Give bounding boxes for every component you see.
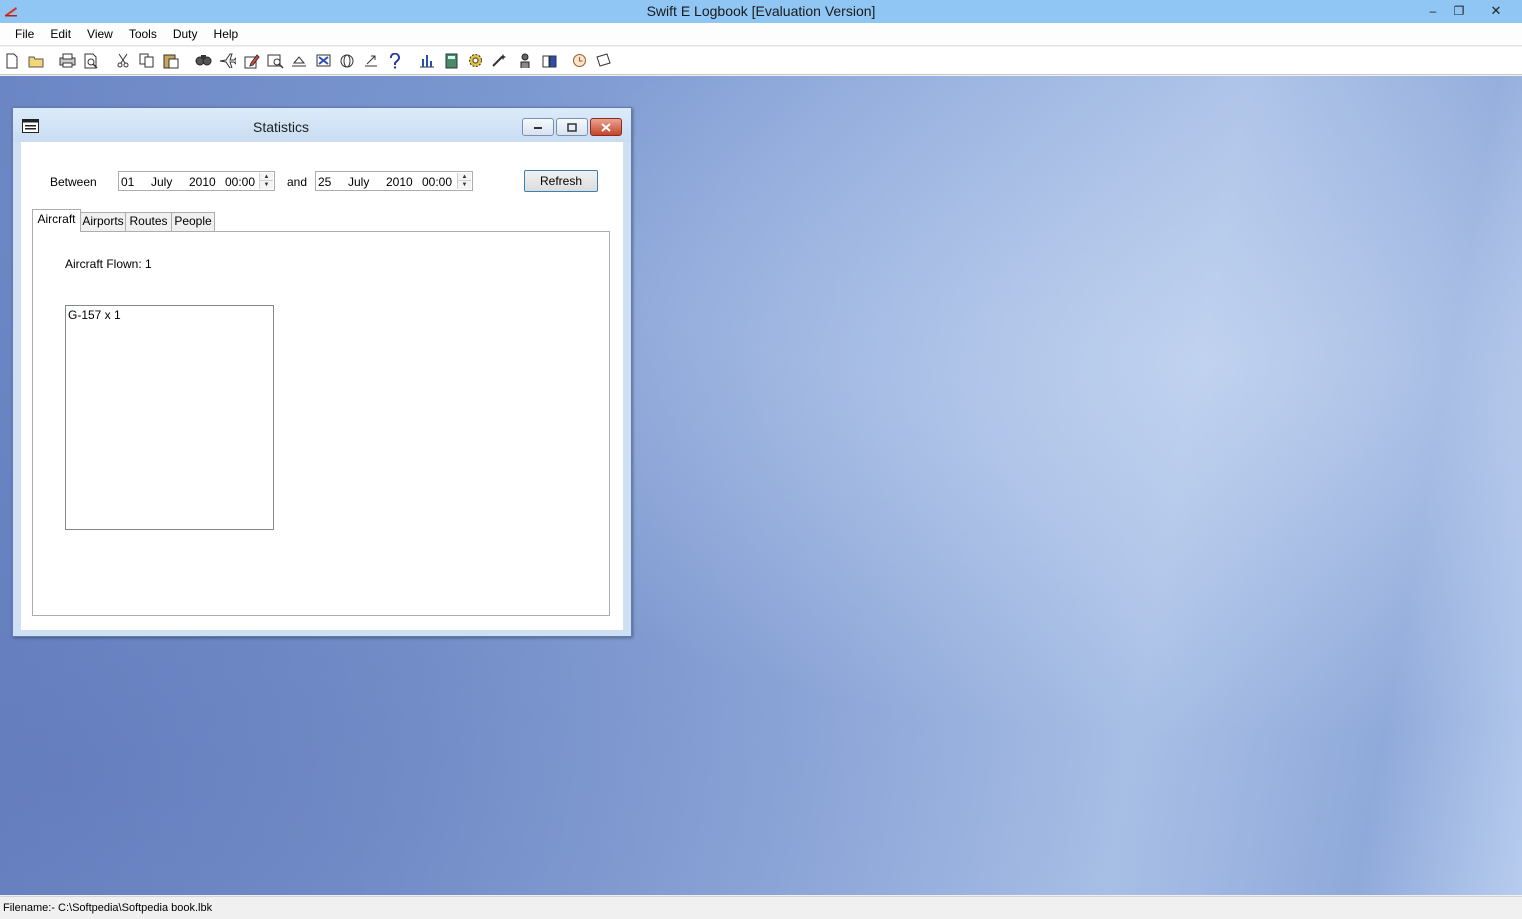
menu-edit[interactable]: Edit: [42, 23, 79, 45]
filter-icon[interactable]: [314, 52, 332, 69]
duty-icon[interactable]: [540, 52, 558, 69]
status-filename: Filename:- C:\Softpedia\Softpedia book.l…: [3, 902, 213, 914]
statistics-minimize-button[interactable]: [522, 118, 554, 136]
from-spin-up-icon[interactable]: ▲: [260, 173, 273, 181]
statistics-title-bar[interactable]: Statistics: [13, 108, 631, 142]
pilot-icon[interactable]: [516, 52, 534, 69]
status-bar: Filename:- C:\Softpedia\Softpedia book.l…: [0, 896, 1522, 919]
settings-gear-icon[interactable]: [466, 52, 484, 69]
to-time[interactable]: 00:00: [422, 175, 452, 189]
aircraft-tab-panel: Aircraft Flown: 1 G-157 x 1: [32, 231, 610, 616]
open-icon[interactable]: [27, 52, 45, 69]
from-month[interactable]: July: [151, 175, 172, 189]
from-date-spinner[interactable]: ▲ ▼: [259, 173, 273, 189]
app-title: Swift E Logbook [Evaluation Version]: [646, 3, 876, 19]
new-icon[interactable]: [3, 52, 21, 69]
paste-icon[interactable]: [162, 52, 180, 69]
to-spin-up-icon[interactable]: ▲: [458, 173, 471, 181]
calculator-icon[interactable]: [442, 52, 460, 69]
from-year[interactable]: 2010: [189, 175, 216, 189]
menu-view[interactable]: View: [79, 23, 121, 45]
from-spin-down-icon[interactable]: ▼: [260, 181, 273, 189]
menu-tools[interactable]: Tools: [121, 23, 165, 45]
from-date-picker[interactable]: 01 July 2010 00:00 ▲ ▼: [118, 171, 275, 191]
statistics-maximize-button[interactable]: [556, 118, 588, 136]
bar-chart-icon[interactable]: [418, 52, 436, 69]
from-time[interactable]: 00:00: [225, 175, 255, 189]
app-title-bar: Swift E Logbook [Evaluation Version] – ❐…: [0, 0, 1522, 23]
menu-help[interactable]: Help: [206, 23, 247, 45]
notes-icon[interactable]: [594, 52, 612, 69]
statistics-content: Between 01 July 2010 00:00 ▲ ▼ and 25 Ju…: [21, 142, 623, 630]
tab-aircraft[interactable]: Aircraft: [32, 209, 81, 232]
aircraft-list[interactable]: G-157 x 1: [65, 305, 274, 530]
tab-people[interactable]: People: [171, 212, 215, 231]
tab-routes[interactable]: Routes: [125, 212, 172, 231]
find-icon[interactable]: [194, 52, 212, 69]
help-icon[interactable]: [386, 52, 404, 69]
to-day[interactable]: 25: [318, 175, 331, 189]
to-year[interactable]: 2010: [386, 175, 413, 189]
close-button[interactable]: ✕: [1483, 0, 1509, 22]
copy-icon[interactable]: [138, 52, 156, 69]
to-date-spinner[interactable]: ▲ ▼: [457, 173, 471, 189]
aircraft-flown-label: Aircraft Flown: 1: [65, 257, 152, 271]
print-icon[interactable]: [58, 52, 76, 69]
export-icon[interactable]: [362, 52, 380, 69]
statistics-title: Statistics: [252, 119, 309, 135]
globe-icon[interactable]: [338, 52, 356, 69]
restore-button[interactable]: ❐: [1446, 0, 1472, 22]
tab-airports[interactable]: Airports: [80, 212, 126, 231]
search-icon[interactable]: [266, 52, 284, 69]
refresh-button[interactable]: Refresh: [524, 170, 598, 192]
menu-file[interactable]: File: [7, 23, 42, 45]
sort-icon[interactable]: [290, 52, 308, 69]
to-spin-down-icon[interactable]: ▼: [458, 181, 471, 189]
wizard-icon[interactable]: [490, 52, 508, 69]
between-label: Between: [50, 175, 97, 189]
statistics-window: Statistics Between 01 July 2010 00:00 ▲ …: [12, 107, 632, 637]
clock-icon[interactable]: [570, 52, 588, 69]
to-date-picker[interactable]: 25 July 2010 00:00 ▲ ▼: [315, 171, 473, 191]
toolbar: [0, 47, 1522, 75]
print-preview-icon[interactable]: [82, 52, 100, 69]
to-month[interactable]: July: [348, 175, 369, 189]
cut-icon[interactable]: [114, 52, 132, 69]
menu-bar: File Edit View Tools Duty Help: [0, 23, 1522, 46]
aircraft-icon[interactable]: [218, 52, 236, 69]
list-item[interactable]: G-157 x 1: [68, 308, 121, 322]
edit-record-icon[interactable]: [242, 52, 260, 69]
from-day[interactable]: 01: [121, 175, 134, 189]
and-label: and: [287, 175, 308, 189]
minimize-button[interactable]: –: [1420, 0, 1446, 22]
statistics-close-button[interactable]: [590, 118, 622, 136]
menu-duty[interactable]: Duty: [165, 23, 206, 45]
